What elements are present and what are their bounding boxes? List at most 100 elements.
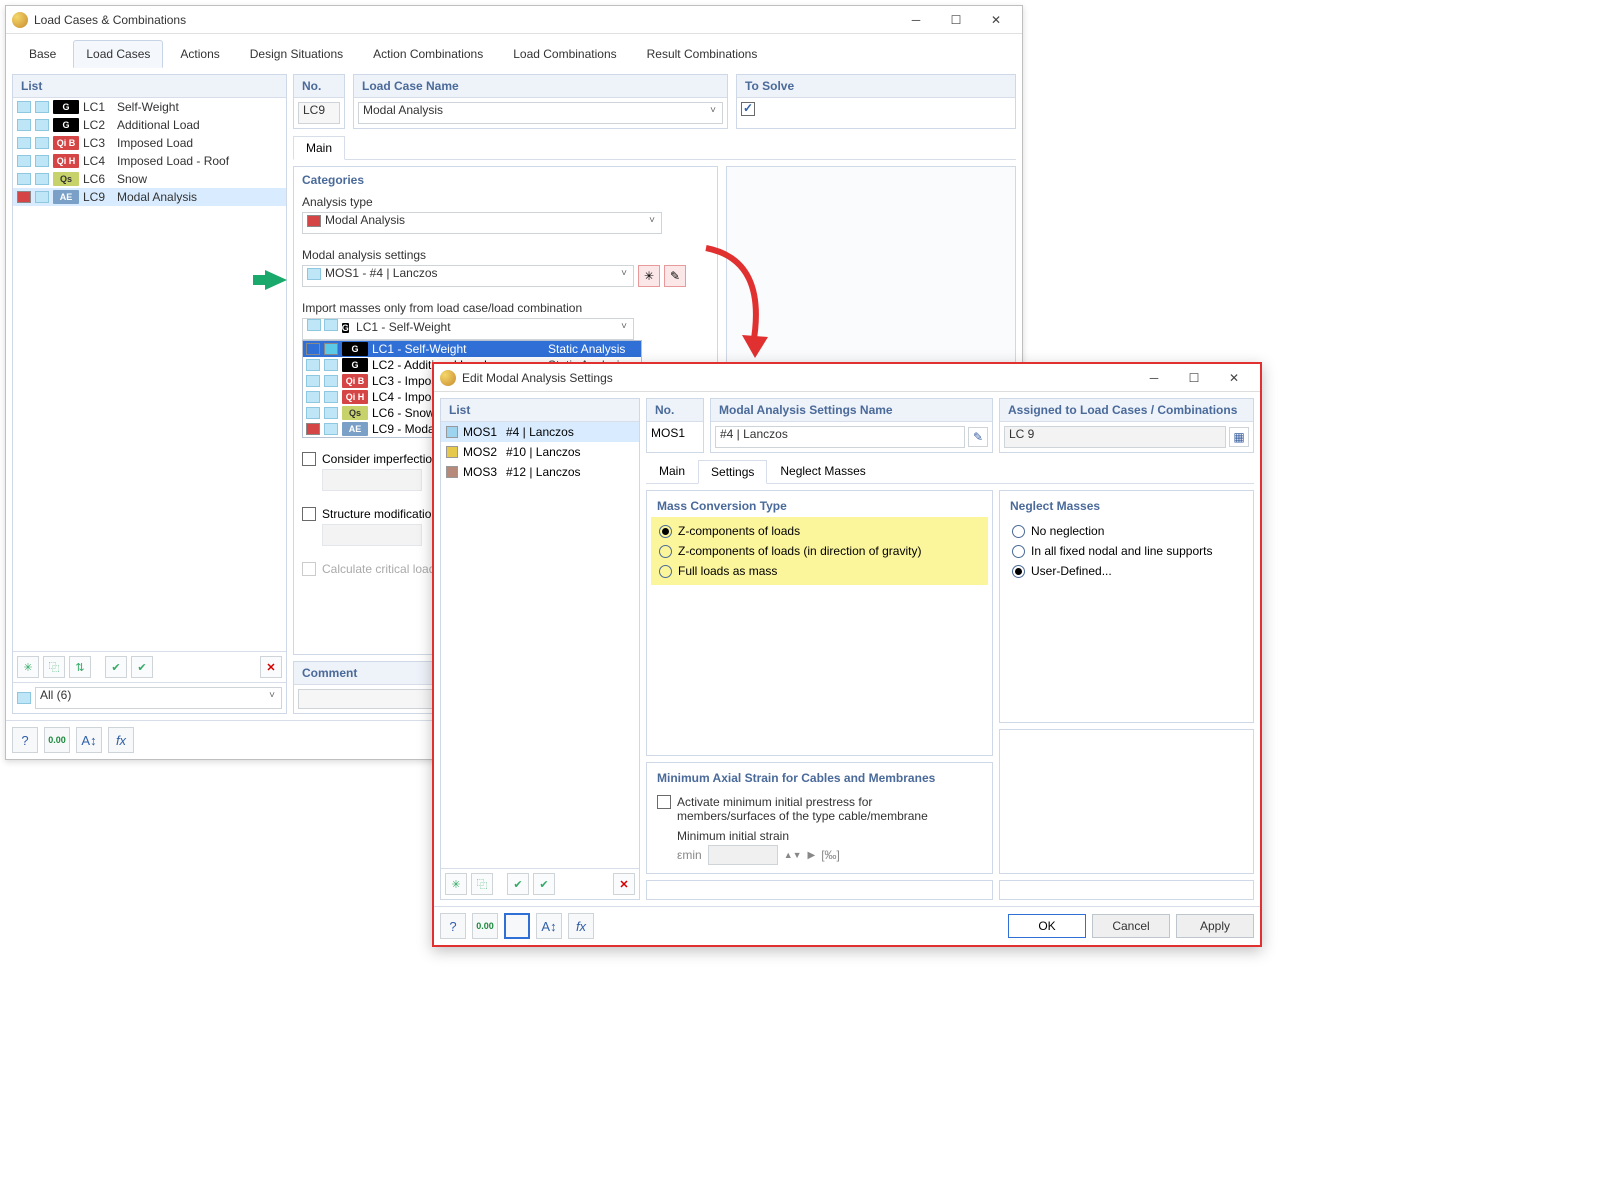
tab-actions[interactable]: Actions	[167, 40, 232, 68]
delete-icon[interactable]: ✕	[260, 656, 282, 678]
modal-settings-select[interactable]: MOS1 - #4 | Lanczos	[302, 265, 634, 287]
mos-toolbar: ✳ ⿻ ✔ ✔ ✕	[441, 868, 639, 899]
dialog-tabs: MainSettingsNeglect Masses	[646, 459, 1254, 484]
import-masses-select[interactable]: G LC1 - Self-Weight	[302, 318, 634, 340]
load-case-row[interactable]: AELC9Modal Analysis	[13, 188, 286, 206]
mos-name-input[interactable]: #4 | Lanczos	[715, 426, 965, 448]
tab-action-combinations[interactable]: Action Combinations	[360, 40, 496, 68]
load-case-row[interactable]: GLC1Self-Weight	[13, 98, 286, 116]
mos-list[interactable]: MOS1#4 | LanczosMOS2#10 | LanczosMOS3#12…	[441, 422, 639, 868]
filter-select[interactable]: All (6)	[35, 687, 282, 709]
dialog-button-bar: ? 0.00 A↕ fx OK Cancel Apply	[434, 906, 1260, 945]
tab-load-cases[interactable]: Load Cases	[73, 40, 163, 68]
mos-row[interactable]: MOS3#12 | Lanczos	[441, 462, 639, 482]
copy-icon[interactable]: ⿻	[43, 656, 65, 678]
mos-row[interactable]: MOS2#10 | Lanczos	[441, 442, 639, 462]
structure-mod-label: Structure modification	[322, 507, 438, 521]
mos-copy-icon[interactable]: ⿻	[471, 873, 493, 895]
dialog-minimize-button[interactable]: ─	[1134, 365, 1174, 391]
new-icon[interactable]: ✳	[17, 656, 39, 678]
help-icon[interactable]: ?	[12, 727, 38, 753]
mos-delete-icon[interactable]: ✕	[613, 873, 635, 895]
assigned-pick-icon[interactable]: ▦	[1229, 427, 1249, 447]
import-option[interactable]: GLC1 - Self-WeightStatic Analysis	[303, 341, 641, 357]
maximize-button[interactable]: ☐	[936, 7, 976, 33]
list-header: List	[13, 75, 286, 98]
analysis-type-select[interactable]: Modal Analysis	[302, 212, 662, 234]
dialog-titlebar: Edit Modal Analysis Settings ─ ☐ ✕	[434, 364, 1260, 392]
edit-settings-icon[interactable]: ✎	[664, 265, 686, 287]
neglect-options: No neglectionIn all fixed nodal and line…	[1010, 521, 1243, 581]
apply-button[interactable]: Apply	[1176, 914, 1254, 938]
consider-imperfection-checkbox[interactable]	[302, 452, 316, 466]
tab-base[interactable]: Base	[16, 40, 69, 68]
tab-load-combinations[interactable]: Load Combinations	[500, 40, 629, 68]
dlg-help-icon[interactable]: ?	[440, 913, 466, 939]
structure-mod-checkbox[interactable]	[302, 507, 316, 521]
tab-main[interactable]: Main	[293, 136, 345, 160]
cancel-button[interactable]: Cancel	[1092, 914, 1170, 938]
empty-pane-left	[646, 880, 993, 900]
neglect-radio[interactable]: No neglection	[1010, 521, 1243, 541]
filter-color-icon	[17, 692, 31, 704]
function-icon[interactable]: fx	[108, 727, 134, 753]
dlg-tab-settings[interactable]: Settings	[698, 460, 767, 484]
mos-new-icon[interactable]: ✳	[445, 873, 467, 895]
neglect-radio[interactable]: In all fixed nodal and line supports	[1010, 541, 1243, 561]
filter-row: All (6)	[13, 682, 286, 713]
dialog-maximize-button[interactable]: ☐	[1174, 365, 1214, 391]
min-strain-pane: Minimum Axial Strain for Cables and Memb…	[646, 762, 993, 874]
min-strain-checkbox[interactable]	[657, 795, 671, 809]
mos-uncheck-icon[interactable]: ✔	[533, 873, 555, 895]
annotation-green-arrow-icon	[265, 270, 287, 290]
dlg-tab-main[interactable]: Main	[646, 459, 698, 483]
load-case-row[interactable]: Qi BLC3Imposed Load	[13, 134, 286, 152]
dlg-color-icon[interactable]	[504, 913, 530, 939]
name-combobox[interactable]: Modal Analysis	[358, 102, 723, 124]
dialog-close-button[interactable]: ✕	[1214, 365, 1254, 391]
mos-check-icon[interactable]: ✔	[507, 873, 529, 895]
mass-conversion-pane: Mass Conversion Type Z-components of loa…	[646, 490, 993, 756]
list-toolbar: ✳ ⿻ ⇅ ✔ ✔ ✕	[13, 651, 286, 682]
ok-button[interactable]: OK	[1008, 914, 1086, 938]
dlg-units-icon[interactable]: 0.00	[472, 913, 498, 939]
tab-design-situations[interactable]: Design Situations	[237, 40, 356, 68]
mos-list-panel: List MOS1#4 | LanczosMOS2#10 | LanczosMO…	[440, 398, 640, 900]
close-button[interactable]: ✕	[976, 7, 1016, 33]
assigned-input[interactable]: LC 9	[1004, 426, 1226, 448]
load-case-list[interactable]: GLC1Self-WeightGLC2Additional LoadQi BLC…	[13, 98, 286, 651]
neglect-radio[interactable]: User-Defined...	[1010, 561, 1243, 581]
units-icon[interactable]: 0.00	[44, 727, 70, 753]
minimize-button[interactable]: ─	[896, 7, 936, 33]
mass-conv-radio[interactable]: Z-components of loads (in direction of g…	[657, 541, 982, 561]
load-case-row[interactable]: GLC2Additional Load	[13, 116, 286, 134]
mass-conv-radio[interactable]: Z-components of loads	[657, 521, 982, 541]
edit-name-icon[interactable]: ✎	[968, 427, 988, 447]
load-case-row[interactable]: QsLC6Snow	[13, 170, 286, 188]
titlebar: Load Cases & Combinations ─ ☐ ✕	[6, 6, 1022, 34]
epsilon-input[interactable]	[708, 845, 778, 865]
dlg-function-icon[interactable]: fx	[568, 913, 594, 939]
detail-tabs: Main	[293, 135, 1016, 160]
to-solve-checkbox[interactable]	[741, 102, 755, 116]
edit-modal-settings-dialog: Edit Modal Analysis Settings ─ ☐ ✕ List …	[432, 362, 1262, 947]
dlg-tab-neglect-masses[interactable]: Neglect Masses	[767, 459, 878, 483]
modal-settings-label: Modal analysis settings	[302, 248, 709, 262]
tab-result-combinations[interactable]: Result Combinations	[634, 40, 771, 68]
mass-conv-radio[interactable]: Full loads as mass	[657, 561, 982, 581]
load-case-list-panel: List GLC1Self-WeightGLC2Additional LoadQ…	[12, 74, 287, 714]
no-input[interactable]: LC9	[298, 102, 340, 124]
new-settings-icon[interactable]: ✳	[638, 265, 660, 287]
labels-icon[interactable]: A↕	[76, 727, 102, 753]
mos-list-header: List	[441, 399, 639, 422]
dlg-labels-icon[interactable]: A↕	[536, 913, 562, 939]
assigned-field: Assigned to Load Cases / Combinations LC…	[999, 398, 1254, 453]
app-icon	[12, 12, 28, 28]
min-strain-param-label: Minimum initial strain	[677, 829, 982, 843]
load-case-row[interactable]: Qi HLC4Imposed Load - Roof	[13, 152, 286, 170]
mos-row[interactable]: MOS1#4 | Lanczos	[441, 422, 639, 442]
uncheck-all-icon[interactable]: ✔	[131, 656, 153, 678]
analysis-type-label: Analysis type	[302, 195, 709, 209]
sort-icon[interactable]: ⇅	[69, 656, 91, 678]
check-all-icon[interactable]: ✔	[105, 656, 127, 678]
